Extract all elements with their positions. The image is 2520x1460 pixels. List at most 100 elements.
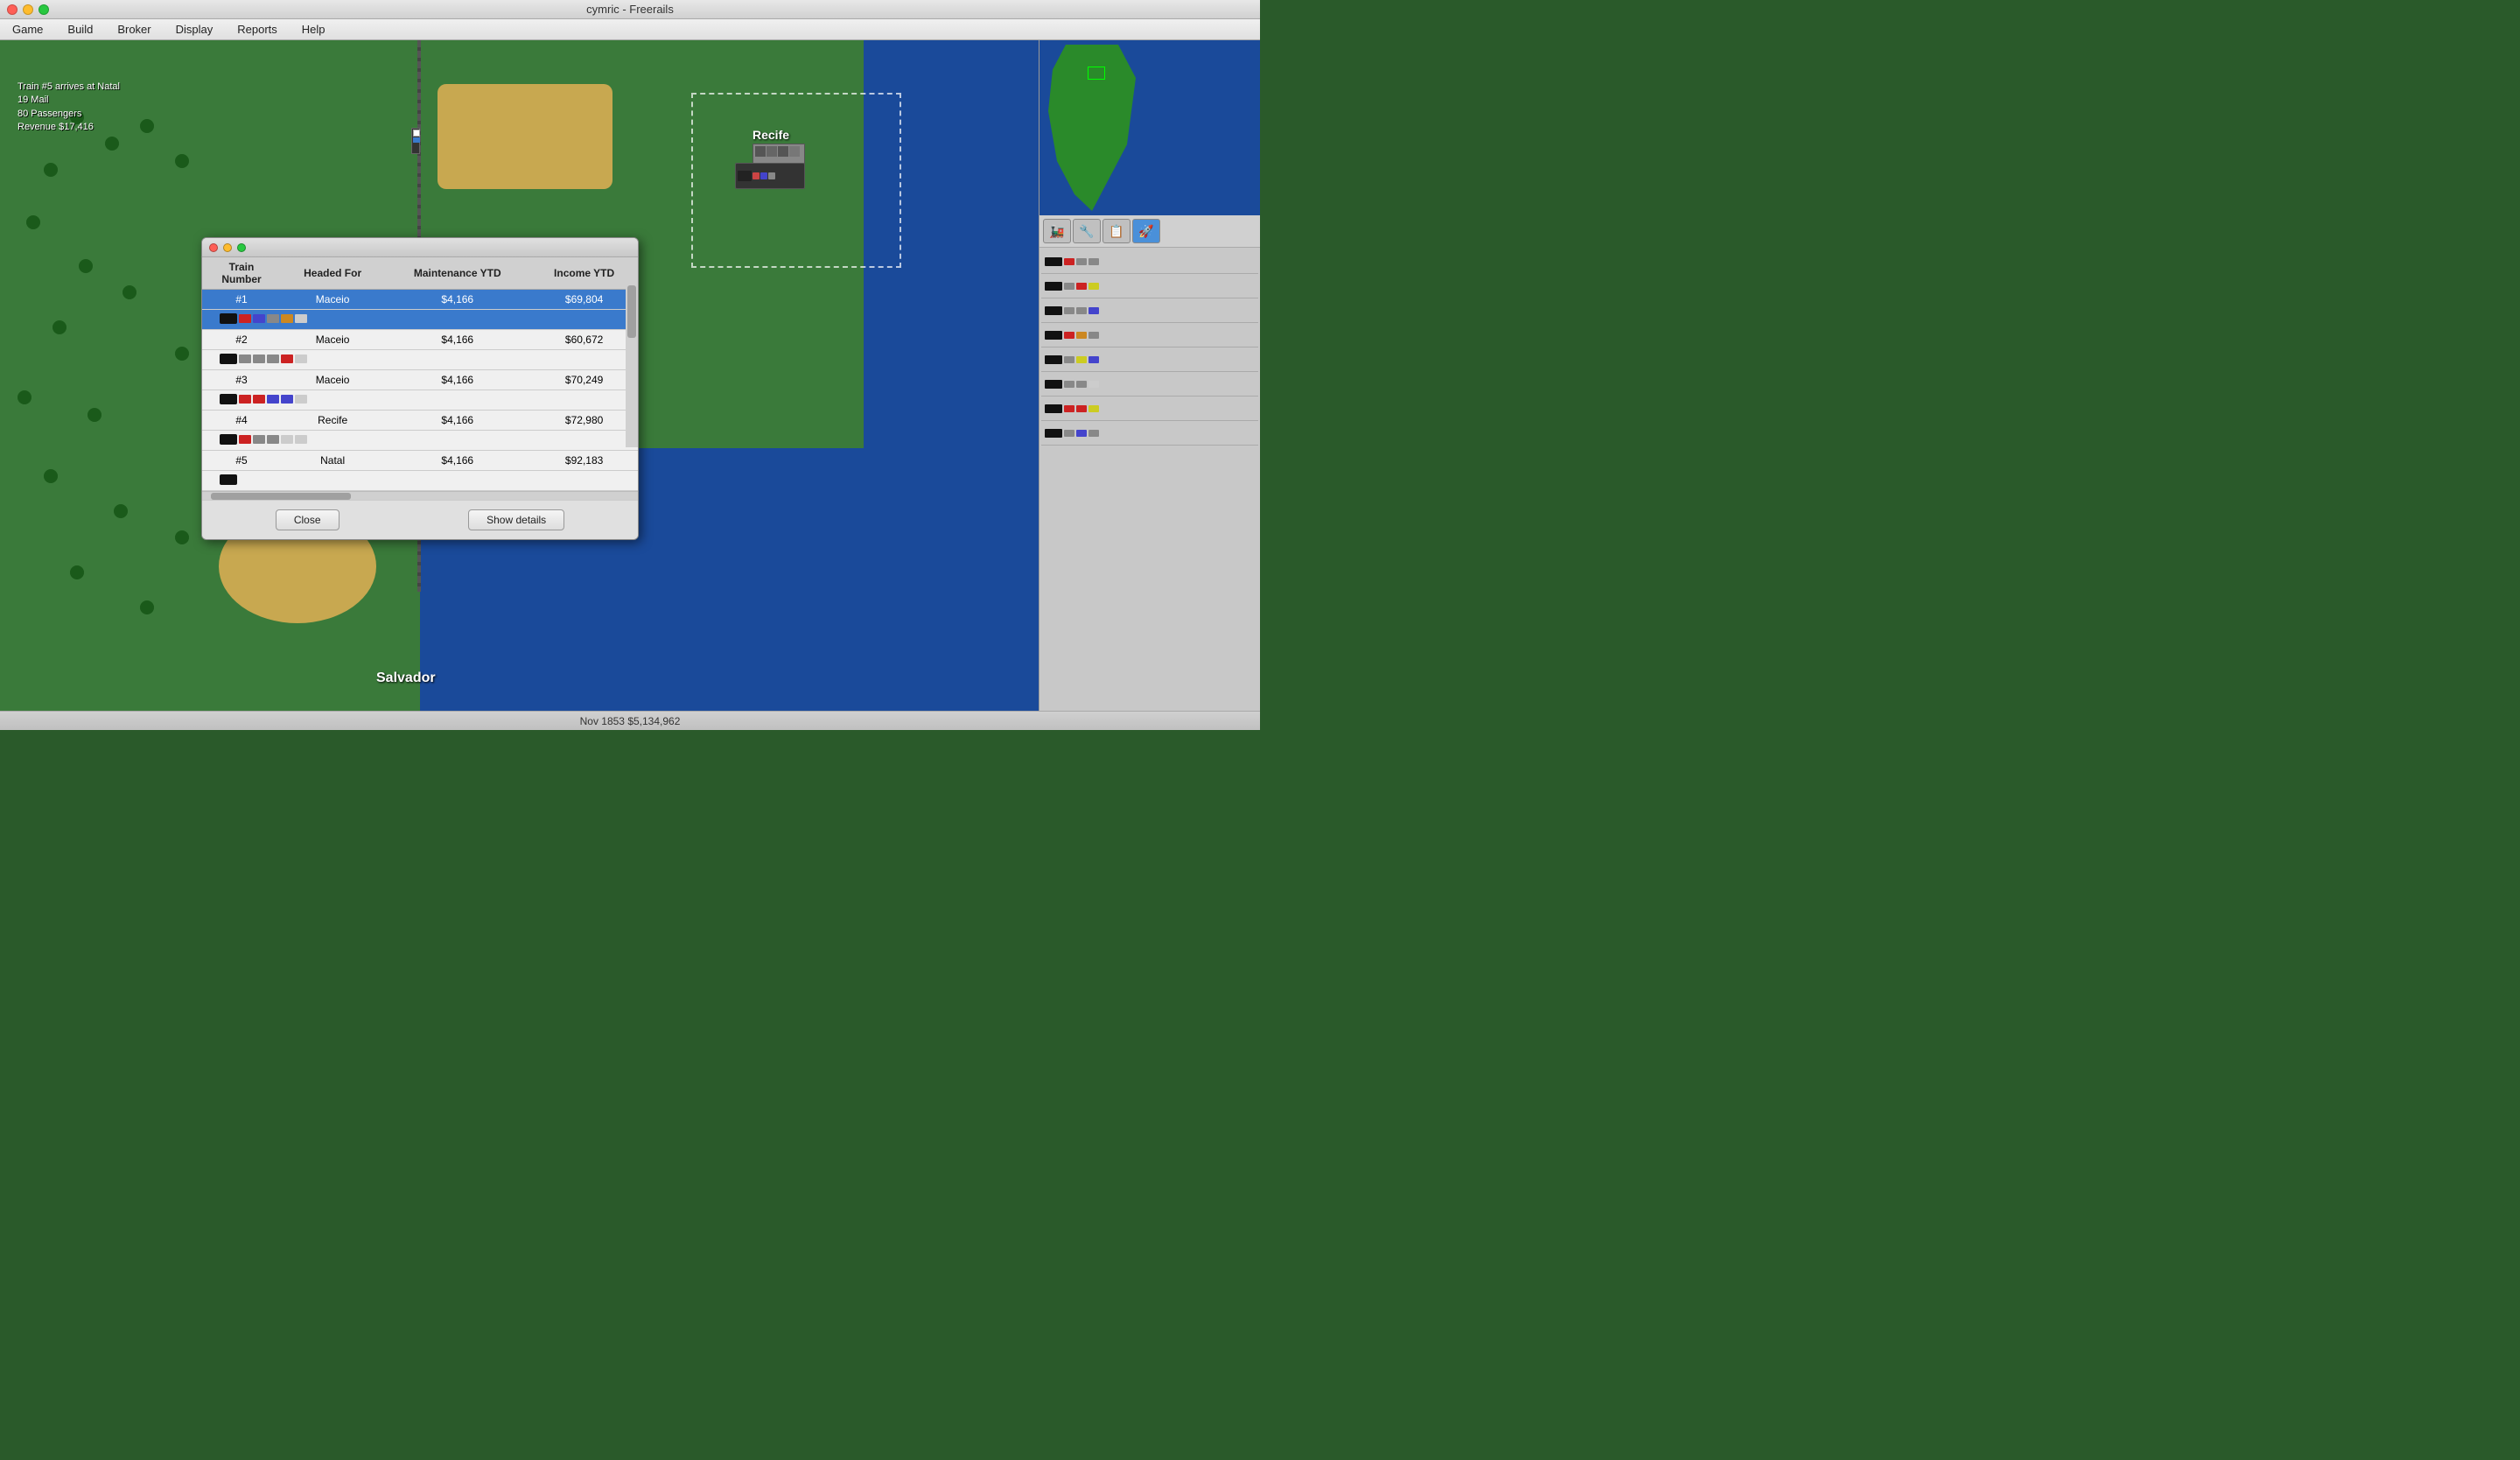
statusbar: Nov 1853 $5,134,962	[0, 711, 1260, 730]
toolbar-icon-1[interactable]: 🚂	[1043, 219, 1071, 243]
train-visual-row[interactable]	[202, 431, 638, 451]
train-number-cell: #3	[202, 370, 281, 390]
menu-display[interactable]: Display	[171, 21, 219, 38]
menu-game[interactable]: Game	[7, 21, 48, 38]
tree-18	[175, 530, 189, 544]
tree-9	[52, 320, 66, 334]
train-visual-cell	[202, 310, 638, 330]
panel-train-5[interactable]	[1041, 347, 1258, 372]
panel-train-1[interactable]	[1041, 249, 1258, 274]
tree-20	[140, 600, 154, 614]
train-income-cell: $60,672	[530, 330, 638, 350]
table-row[interactable]: #3 Maceio $4,166 $70,249	[202, 370, 638, 390]
show-details-button[interactable]: Show details	[468, 509, 564, 530]
toolbar-icons: 🚂 🔧 📋 🚀	[1040, 215, 1260, 248]
menu-broker[interactable]: Broker	[112, 21, 156, 38]
train-on-track	[411, 128, 420, 154]
train-maint-cell: $4,166	[384, 330, 530, 350]
panel-train-2[interactable]	[1041, 274, 1258, 298]
train-car	[295, 314, 307, 323]
dialog-min-button[interactable]	[223, 243, 232, 252]
train-visual	[220, 392, 631, 406]
locomotive	[220, 394, 237, 404]
selection-box	[691, 93, 901, 268]
tree-10	[175, 347, 189, 361]
dialog-scrollbar[interactable]	[626, 277, 638, 447]
train-dest-cell: Maceio	[281, 370, 384, 390]
train-visual-cell	[202, 471, 638, 491]
train-list-panel[interactable]	[1040, 248, 1260, 711]
train-visual-row[interactable]	[202, 350, 638, 370]
train-income-cell: $72,980	[530, 411, 638, 431]
train-car	[281, 435, 293, 444]
horizontal-scrollbar[interactable]	[202, 491, 638, 500]
info-line3: 80 Passengers	[18, 108, 120, 121]
menu-build[interactable]: Build	[62, 21, 98, 38]
train-number-cell: #4	[202, 411, 281, 431]
tree-2	[105, 137, 119, 151]
train-income-cell: $69,804	[530, 290, 638, 310]
train-maint-cell: $4,166	[384, 370, 530, 390]
locomotive	[220, 354, 237, 364]
train-number-cell: #2	[202, 330, 281, 350]
train-income-cell: $70,249	[530, 370, 638, 390]
train-car	[281, 314, 293, 323]
train-dialog[interactable]: Train Number Headed For Maintenance YTD …	[201, 237, 639, 540]
window-controls[interactable]	[7, 4, 49, 15]
toolbar-icon-2[interactable]: 🔧	[1073, 219, 1101, 243]
tree-12	[88, 408, 102, 422]
info-line4: Revenue $17,416	[18, 121, 120, 134]
titlebar: cymric - Freerails	[0, 0, 1260, 19]
tree-7	[79, 259, 93, 273]
panel-train-8[interactable]	[1041, 421, 1258, 446]
panel-train-7[interactable]	[1041, 397, 1258, 421]
close-button[interactable]: Close	[276, 509, 340, 530]
menu-reports[interactable]: Reports	[232, 21, 283, 38]
maximize-button[interactable]	[38, 4, 49, 15]
train-visual	[220, 432, 631, 446]
train-income-cell: $92,183	[530, 451, 638, 471]
sand-1	[438, 84, 612, 189]
train-car	[281, 354, 293, 363]
tree-6	[26, 215, 40, 229]
train-car	[239, 314, 251, 323]
dialog-max-button[interactable]	[237, 243, 246, 252]
panel-train-4[interactable]	[1041, 323, 1258, 347]
train-table-wrapper[interactable]: Train Number Headed For Maintenance YTD …	[202, 257, 638, 491]
train-visual-row[interactable]	[202, 390, 638, 411]
dialog-close-button[interactable]	[209, 243, 218, 252]
train-car	[267, 435, 279, 444]
train-car	[295, 395, 307, 404]
panel-train-6[interactable]	[1041, 372, 1258, 397]
table-row[interactable]: #1 Maceio $4,166 $69,804	[202, 290, 638, 310]
train-car	[281, 395, 293, 404]
train-visual	[220, 352, 631, 366]
train-visual-row[interactable]	[202, 310, 638, 330]
locomotive	[220, 313, 237, 324]
toolbar-icon-3[interactable]: 📋	[1102, 219, 1130, 243]
close-button[interactable]	[7, 4, 18, 15]
panel-train-3[interactable]	[1041, 298, 1258, 323]
col-train-number: Train Number	[202, 257, 281, 290]
city-salvador: Salvador	[376, 670, 436, 686]
train-car	[295, 435, 307, 444]
table-row[interactable]: #5 Natal $4,166 $92,183	[202, 451, 638, 471]
train-dest-cell: Recife	[281, 411, 384, 431]
tree-17	[114, 504, 128, 518]
statusbar-text: Nov 1853 $5,134,962	[580, 715, 681, 727]
train-visual-row[interactable]	[202, 471, 638, 491]
table-row[interactable]: #2 Maceio $4,166 $60,672	[202, 330, 638, 350]
train-number-cell: #5	[202, 451, 281, 471]
scrollbar-thumb[interactable]	[627, 285, 636, 338]
toolbar-icon-4[interactable]: 🚀	[1132, 219, 1160, 243]
tree-16	[44, 469, 58, 483]
train-visual-cell	[202, 390, 638, 411]
minimap	[1040, 40, 1260, 215]
train-car	[253, 395, 265, 404]
minimize-button[interactable]	[23, 4, 33, 15]
table-row[interactable]: #4 Recife $4,166 $72,980	[202, 411, 638, 431]
horizontal-scrollbar-thumb[interactable]	[211, 493, 351, 500]
train-car	[295, 354, 307, 363]
train-car	[267, 395, 279, 404]
menu-help[interactable]: Help	[297, 21, 331, 38]
